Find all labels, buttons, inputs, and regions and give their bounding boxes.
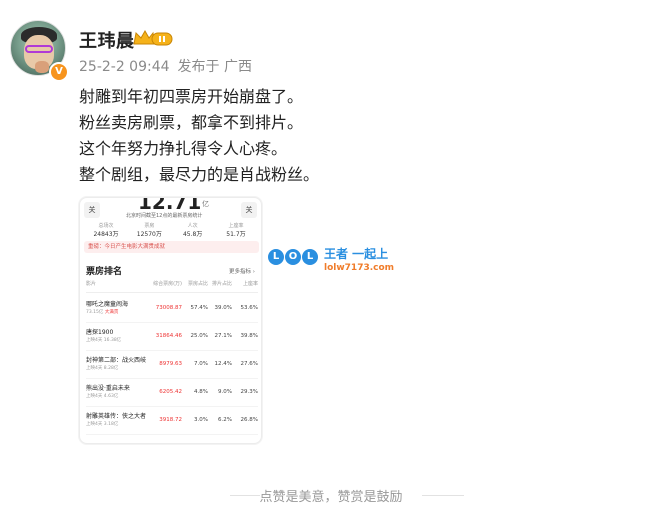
- author-name[interactable]: 王玮晨: [79, 27, 135, 53]
- cell-occupancy: 53.6%: [240, 305, 258, 311]
- image-side-tab-left: 关: [84, 202, 100, 218]
- cell-occupancy: 39.8%: [240, 333, 258, 339]
- cell-occupancy: 29.3%: [240, 389, 258, 395]
- stat-value: 45.8万: [182, 231, 203, 238]
- table-row: 封神第二部：战火西岐 上映4天 8.28亿 8979.63 7.0% 12.4% …: [86, 350, 258, 379]
- watermark-letter: L: [302, 249, 318, 265]
- table-header-cell: 综合票房(万): [153, 281, 182, 287]
- cell-occupancy: 26.8%: [240, 417, 258, 423]
- cell-schedule: 6.2%: [218, 417, 232, 423]
- movie-name: 封神第二部：战火西岐: [86, 357, 147, 364]
- table-header-cell: 票房占比: [187, 281, 208, 287]
- cell-schedule: 9.0%: [218, 389, 232, 395]
- movie-name: 熊出没·重启未来: [86, 385, 130, 392]
- watermark-letter: O: [285, 249, 301, 265]
- post-text-line: 粉丝卖房刷票，都拿不到排片。: [79, 113, 304, 132]
- post-time[interactable]: 25-2-2 09:44: [79, 59, 170, 75]
- watermark-domain: lolw7173.com: [324, 263, 395, 273]
- image-total-unit: 亿: [202, 200, 209, 208]
- stat-value: 24843万: [93, 231, 119, 238]
- image-stat: 人次 45.8万: [173, 222, 213, 238]
- divider-right: [422, 495, 464, 496]
- cell-box-office: 3918.72: [159, 417, 182, 423]
- cell-share: 3.0%: [194, 417, 208, 423]
- image-stats: 总场次 24843万 票房 12570万 人次 45.8万 上座率 51.7万: [86, 222, 256, 238]
- post-text-line: 射雕到年初四票房开始崩盘了。: [79, 87, 304, 106]
- image-rank-title: 票房排名: [86, 267, 123, 277]
- table-header-cell: 排片占比: [211, 281, 232, 287]
- stat-label: 总场次: [98, 223, 114, 229]
- image-stat: 票房 12570万: [129, 222, 169, 238]
- movie-name: 哪吒之魔童闹海: [86, 301, 129, 308]
- stat-value: 51.7万: [226, 231, 246, 238]
- cell-share: 57.4%: [190, 305, 208, 311]
- table-row: 唐探1900 上映4天 16.38亿 31864.46 25.0% 27.1% 3…: [86, 322, 258, 351]
- post-text-line: 这个年努力挣扎得令人心疼。: [79, 139, 288, 158]
- table-header-cell: 影片: [86, 281, 97, 287]
- cell-share: 7.0%: [194, 361, 208, 367]
- watermark-letter: L: [268, 249, 284, 265]
- table-row: 熊出没·重启未来 上映4天 4.63亿 6205.42 4.8% 9.0% 29.…: [86, 378, 258, 407]
- movie-sub: 上映4天 16.38亿: [86, 338, 122, 343]
- vip-crown-icon[interactable]: [132, 28, 174, 48]
- cell-box-office: 73008.87: [155, 305, 182, 311]
- post-source: 发布于 广西: [177, 59, 252, 75]
- cell-schedule: 27.1%: [214, 333, 232, 339]
- verified-badge-icon: V: [49, 62, 69, 82]
- cell-share: 25.0%: [190, 333, 208, 339]
- cell-box-office: 31864.46: [155, 333, 182, 339]
- stat-label: 票房: [144, 223, 155, 229]
- table-row: 射雕英雄传：侠之大者 上映4天 3.18亿 3918.72 3.0% 6.2% 2…: [86, 406, 258, 435]
- image-subtitle: 北京时间截至12点的最新票房统计: [126, 213, 203, 219]
- image-rank-more: 更多指标 ›: [229, 269, 255, 275]
- cell-box-office: 8979.63: [159, 361, 182, 367]
- image-side-tab-right: 关: [241, 202, 257, 218]
- image-stat: 上座率 51.7万: [216, 222, 256, 238]
- image-banner: 重磅：今日产生电影大满贯成就: [84, 241, 259, 253]
- movie-sub: 上映4天 8.28亿: [86, 366, 119, 371]
- reward-footer: 点赞是美意，赞赏是鼓励: [0, 485, 662, 505]
- cell-schedule: 12.4%: [214, 361, 232, 367]
- movie-tag: 大满贯: [104, 310, 119, 315]
- watermark-brand: 王者 一起上: [324, 247, 389, 261]
- movie-sub: 73.15亿: [86, 310, 104, 315]
- avatar-hand: [35, 61, 49, 73]
- post-image[interactable]: 关 12.71 亿 关 北京时间截至12点的最新票房统计 总场次 24843万 票…: [79, 197, 262, 444]
- reward-text[interactable]: 点赞是美意，赞赏是鼓励: [0, 486, 662, 505]
- post-meta: 25-2-2 09:44 发布于 广西: [79, 56, 260, 76]
- movie-sub: 上映4天 4.63亿: [86, 394, 119, 399]
- table-row: 哪吒之魔童闹海 73.15亿 大满贯 73008.87 57.4% 39.0% 5…: [86, 294, 258, 323]
- table-header-cell: 上座率: [242, 281, 258, 287]
- movie-name: 射雕英雄传：侠之大者: [86, 413, 147, 420]
- watermark-logo: L O L: [268, 249, 318, 265]
- avatar-glasses: [25, 45, 53, 53]
- movie-name: 唐探1900: [86, 329, 114, 336]
- cell-occupancy: 27.6%: [240, 361, 258, 367]
- cell-share: 4.8%: [194, 389, 208, 395]
- image-stat: 总场次 24843万: [86, 222, 126, 238]
- movie-sub: 上映4天 3.18亿: [86, 422, 119, 427]
- post-text-line: 整个剧组，最尽力的是肖战粉丝。: [79, 165, 320, 184]
- stat-label: 上座率: [228, 223, 244, 229]
- cell-schedule: 39.0%: [214, 305, 232, 311]
- cell-box-office: 6205.42: [159, 389, 182, 395]
- stat-label: 人次: [187, 223, 198, 229]
- stat-value: 12570万: [136, 231, 162, 238]
- watermark: L O L 王者 一起上 lolw7173.com: [268, 243, 400, 279]
- image-table-header: 影片 综合票房(万) 票房占比 排片占比 上座率: [86, 280, 258, 293]
